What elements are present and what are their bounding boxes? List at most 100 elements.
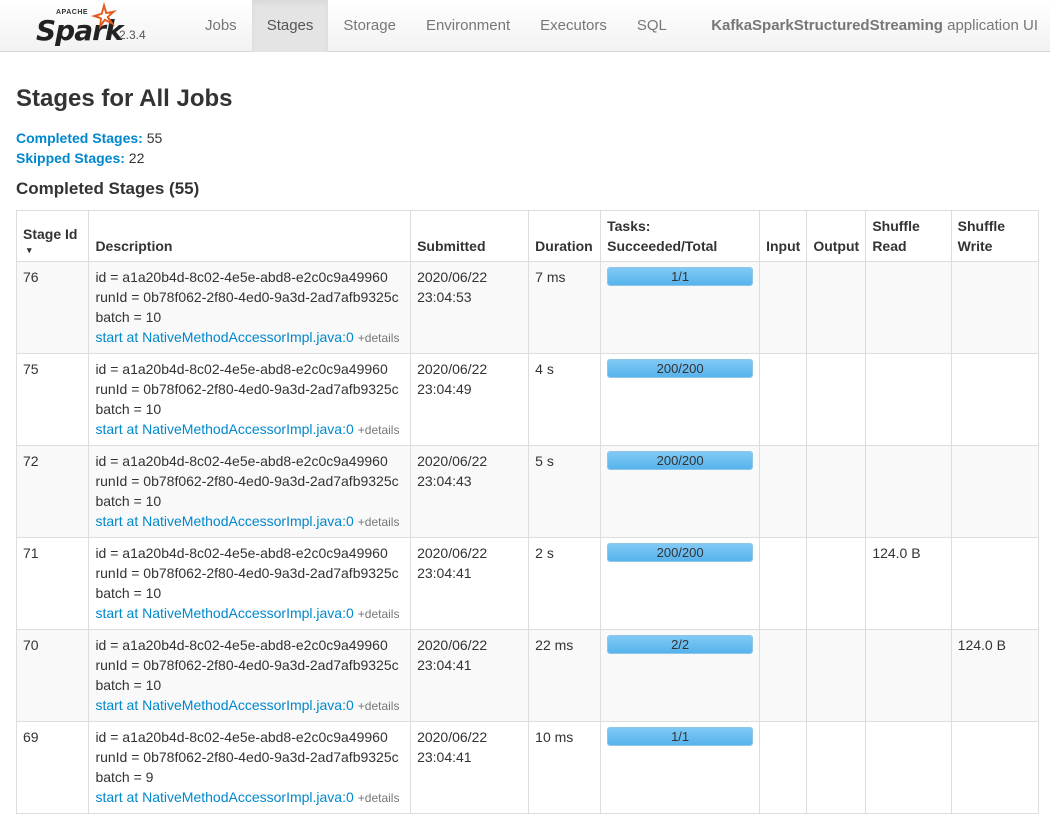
table-row: 75 id = a1a20b4d-8c02-4e5e-abd8-e2c0c9a4… [15, 353, 1039, 446]
cell-output [806, 353, 866, 446]
spark-logo[interactable]: APACHE Spark 2.3.4 [34, 2, 154, 49]
cell-shuffle-write: 124.0 B [950, 629, 1039, 722]
header-shuffle-write[interactable]: Shuffle Write [950, 210, 1039, 262]
cell-output [806, 537, 866, 630]
description-id: id = a1a20b4d-8c02-4e5e-abd8-e2c0c9a4996… [95, 361, 388, 377]
tab-stages[interactable]: Stages [251, 0, 329, 52]
header-duration[interactable]: Duration [528, 210, 601, 262]
cell-description: id = a1a20b4d-8c02-4e5e-abd8-e2c0c9a4996… [88, 721, 411, 814]
cell-submitted: 2020/06/22 23:04:41 [410, 629, 529, 722]
details-toggle[interactable]: +details [358, 331, 400, 345]
cell-description: id = a1a20b4d-8c02-4e5e-abd8-e2c0c9a4996… [88, 353, 411, 446]
tab-jobs[interactable]: Jobs [190, 0, 252, 52]
details-toggle[interactable]: +details [358, 699, 400, 713]
cell-duration: 2 s [528, 537, 601, 630]
skipped-stages-link[interactable]: Skipped Stages: [16, 150, 125, 166]
description-id: id = a1a20b4d-8c02-4e5e-abd8-e2c0c9a4996… [95, 453, 388, 469]
cell-shuffle-read [865, 445, 952, 538]
completed-stages-table: Stage Id ▾ Description Submitted Duration… [15, 210, 1039, 814]
cell-submitted: 2020/06/22 23:04:49 [410, 353, 529, 446]
tasks-progress-label: 2/2 [671, 637, 690, 652]
header-tasks[interactable]: Tasks: Succeeded/Total [600, 210, 760, 262]
tasks-progress-label: 200/200 [656, 545, 704, 560]
stage-detail-link[interactable]: start at NativeMethodAccessorImpl.java:0 [95, 421, 353, 437]
tab-executors[interactable]: Executors [525, 0, 622, 52]
description-runid: runId = 0b78f062-2f80-4ed0-9a3d-2ad7afb9… [95, 565, 399, 581]
main-nav: Jobs Stages Storage Environment Executor… [190, 0, 682, 52]
summary-skipped: Skipped Stages: 22 [16, 148, 1034, 168]
cell-duration: 4 s [528, 353, 601, 446]
tab-environment[interactable]: Environment [411, 0, 525, 52]
cell-output [806, 261, 866, 354]
cell-shuffle-write [950, 353, 1039, 446]
description-batch: batch = 9 [95, 769, 154, 785]
stage-detail-link[interactable]: start at NativeMethodAccessorImpl.java:0 [95, 697, 353, 713]
table-row: 69 id = a1a20b4d-8c02-4e5e-abd8-e2c0c9a4… [15, 721, 1039, 814]
completed-stages-heading[interactable]: Completed Stages (55) [16, 178, 1034, 200]
header-output[interactable]: Output [806, 210, 866, 262]
stage-detail-link[interactable]: start at NativeMethodAccessorImpl.java:0 [95, 513, 353, 529]
tasks-progress-bar: 1/1 [607, 727, 754, 746]
details-toggle[interactable]: +details [358, 791, 400, 805]
description-batch: batch = 10 [95, 493, 162, 509]
header-shuffle-read[interactable]: Shuffle Read [865, 210, 952, 262]
header-input[interactable]: Input [759, 210, 807, 262]
cell-input [759, 261, 807, 354]
tasks-progress-bar: 200/200 [607, 359, 754, 378]
cell-tasks: 200/200 [600, 445, 760, 538]
table-row: 76 id = a1a20b4d-8c02-4e5e-abd8-e2c0c9a4… [15, 261, 1039, 354]
description-id: id = a1a20b4d-8c02-4e5e-abd8-e2c0c9a4996… [95, 637, 388, 653]
cell-input [759, 721, 807, 814]
cell-shuffle-read [865, 261, 952, 354]
stage-detail-link[interactable]: start at NativeMethodAccessorImpl.java:0 [95, 605, 353, 621]
table-header-row: Stage Id ▾ Description Submitted Duration… [15, 210, 1039, 262]
description-runid: runId = 0b78f062-2f80-4ed0-9a3d-2ad7afb9… [95, 381, 399, 397]
completed-stages-link[interactable]: Completed Stages: [16, 130, 143, 146]
tab-sql[interactable]: SQL [622, 0, 682, 52]
description-id: id = a1a20b4d-8c02-4e5e-abd8-e2c0c9a4996… [95, 545, 388, 561]
application-title: KafkaSparkStructuredStreaming applicatio… [711, 0, 1038, 52]
tasks-progress-bar: 200/200 [607, 543, 754, 562]
description-batch: batch = 10 [95, 401, 162, 417]
cell-description: id = a1a20b4d-8c02-4e5e-abd8-e2c0c9a4996… [88, 261, 411, 354]
tab-storage[interactable]: Storage [328, 0, 411, 52]
description-runid: runId = 0b78f062-2f80-4ed0-9a3d-2ad7afb9… [95, 289, 399, 305]
cell-output [806, 629, 866, 722]
stage-summary: Completed Stages: 55 Skipped Stages: 22 [16, 128, 1034, 168]
tasks-progress-label: 1/1 [671, 269, 690, 284]
cell-shuffle-write [950, 537, 1039, 630]
cell-stage-id: 71 [15, 537, 89, 630]
stage-detail-link[interactable]: start at NativeMethodAccessorImpl.java:0 [95, 329, 353, 345]
description-runid: runId = 0b78f062-2f80-4ed0-9a3d-2ad7afb9… [95, 473, 399, 489]
table-row: 72 id = a1a20b4d-8c02-4e5e-abd8-e2c0c9a4… [15, 445, 1039, 538]
cell-tasks: 200/200 [600, 353, 760, 446]
cell-shuffle-write [950, 721, 1039, 814]
completed-stages-count: 55 [142, 130, 163, 146]
details-toggle[interactable]: +details [358, 423, 400, 437]
description-runid: runId = 0b78f062-2f80-4ed0-9a3d-2ad7afb9… [95, 657, 399, 673]
header-stage-id[interactable]: Stage Id ▾ [15, 210, 89, 262]
header-submitted[interactable]: Submitted [410, 210, 529, 262]
sort-desc-icon: ▾ [27, 245, 32, 255]
cell-input [759, 629, 807, 722]
details-toggle[interactable]: +details [358, 607, 400, 621]
details-toggle[interactable]: +details [358, 515, 400, 529]
page-title: Stages for All Jobs [16, 85, 233, 112]
table-row: 71 id = a1a20b4d-8c02-4e5e-abd8-e2c0c9a4… [15, 537, 1039, 630]
cell-shuffle-write [950, 261, 1039, 354]
header-description[interactable]: Description [88, 210, 411, 262]
description-id: id = a1a20b4d-8c02-4e5e-abd8-e2c0c9a4996… [95, 269, 388, 285]
cell-input [759, 537, 807, 630]
cell-shuffle-read: 124.0 B [865, 537, 952, 630]
cell-stage-id: 76 [15, 261, 89, 354]
cell-stage-id: 69 [15, 721, 89, 814]
cell-duration: 10 ms [528, 721, 601, 814]
cell-shuffle-write [950, 445, 1039, 538]
cell-shuffle-read [865, 721, 952, 814]
description-batch: batch = 10 [95, 309, 162, 325]
cell-submitted: 2020/06/22 23:04:41 [410, 537, 529, 630]
stage-detail-link[interactable]: start at NativeMethodAccessorImpl.java:0 [95, 789, 353, 805]
cell-submitted: 2020/06/22 23:04:53 [410, 261, 529, 354]
description-batch: batch = 10 [95, 585, 162, 601]
cell-stage-id: 70 [15, 629, 89, 722]
